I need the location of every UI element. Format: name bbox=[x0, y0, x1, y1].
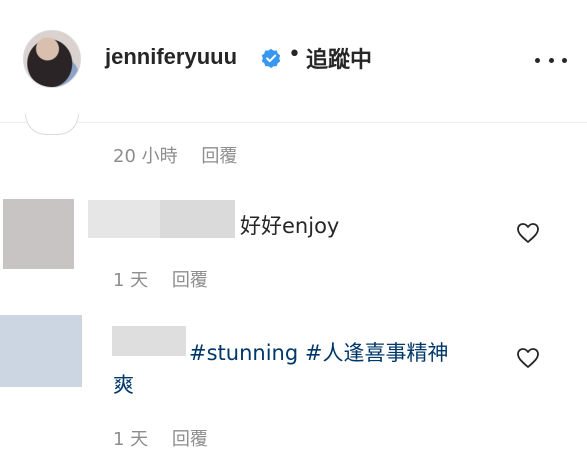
comment-meta: 20 小時 回覆 bbox=[113, 142, 237, 168]
blurred-username bbox=[88, 200, 160, 238]
username-link[interactable]: jenniferyuuu bbox=[105, 44, 237, 70]
blurred-avatar[interactable] bbox=[3, 199, 74, 269]
post-header: jenniferyuuu • 追蹤中 bbox=[0, 0, 587, 123]
more-dot bbox=[535, 57, 540, 63]
comment-time: 1 天 bbox=[113, 429, 149, 450]
commenter-avatar[interactable] bbox=[25, 114, 79, 135]
heart-outline-icon[interactable] bbox=[516, 222, 540, 244]
hashtag-text[interactable]: #stunning #人逢喜事精神 bbox=[189, 337, 448, 367]
more-dot bbox=[562, 57, 567, 63]
hashtag-text[interactable]: 爽 bbox=[113, 369, 134, 399]
comment-meta: 1 天 回覆 bbox=[113, 266, 208, 292]
blurred-avatar[interactable] bbox=[0, 315, 82, 387]
verified-badge-icon bbox=[261, 48, 281, 68]
comment-text: 好好enjoy bbox=[240, 214, 340, 238]
profile-avatar[interactable] bbox=[23, 30, 81, 88]
comment-time: 1 天 bbox=[113, 270, 149, 291]
separator-dot: • bbox=[288, 42, 301, 67]
blurred-username bbox=[160, 200, 235, 238]
reply-button[interactable]: 回覆 bbox=[172, 429, 208, 450]
more-dot bbox=[548, 57, 554, 63]
blurred-username bbox=[112, 326, 186, 356]
following-button[interactable]: 追蹤中 bbox=[306, 42, 372, 74]
heart-outline-icon[interactable] bbox=[516, 347, 540, 369]
more-options-icon[interactable] bbox=[535, 50, 567, 70]
reply-button[interactable]: 回覆 bbox=[172, 270, 208, 291]
reply-button[interactable]: 回覆 bbox=[201, 146, 237, 167]
comment-meta: 1 天 回覆 bbox=[113, 425, 208, 451]
comment-time: 20 小時 bbox=[113, 146, 178, 167]
